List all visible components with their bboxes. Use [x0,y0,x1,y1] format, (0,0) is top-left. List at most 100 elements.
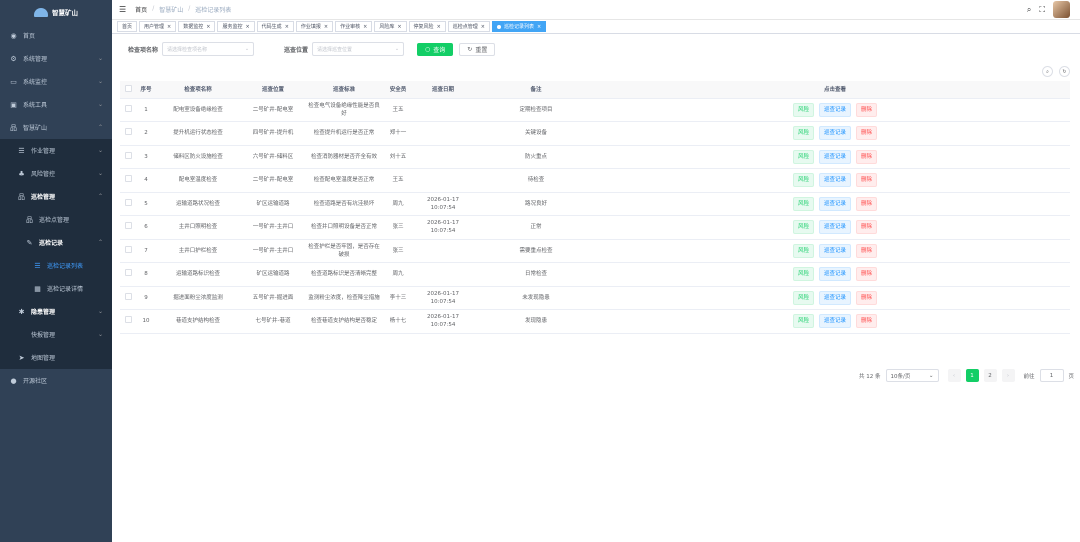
delete-button[interactable]: 删除 [856,243,878,258]
risk-button[interactable]: 风险 [792,149,814,164]
risk-button[interactable]: 风险 [792,173,814,188]
tag-risk-lib[interactable]: 风险库 × [374,21,407,32]
avatar[interactable] [1053,1,1070,18]
row-checkbox[interactable] [124,175,132,183]
record-button[interactable]: 巡查记录 [818,220,851,235]
sidebar-item-monitor[interactable]: ▭ 系统监控 ⌄ [0,70,112,93]
page-button[interactable]: 1 [965,369,979,382]
refresh-icon[interactable]: ↻ [1059,66,1070,77]
close-icon[interactable]: × [206,24,210,30]
list-icon: ☰ [18,146,25,155]
tag-work-review[interactable]: 作业审核 × [335,21,373,32]
delete-button[interactable]: 删除 [856,196,878,211]
sidebar-item-work[interactable]: ☰ 作业管理 ⌄ [0,139,112,162]
reset-button[interactable]: ↻ 重置 [459,42,496,56]
breadcrumb-item[interactable]: 智慧矿山 [159,5,183,14]
close-icon[interactable]: × [245,24,249,30]
risk-button[interactable]: 风险 [792,267,814,282]
sidebar-item-record-detail[interactable]: ▦ 巡检记录详情 [0,277,112,300]
delete-button[interactable]: 删除 [856,126,878,141]
tag-home[interactable]: 首页 [117,21,138,32]
row-checkbox[interactable] [124,151,132,159]
row-checkbox[interactable] [124,316,132,324]
delete-button[interactable]: 删除 [856,314,878,329]
close-icon[interactable]: × [481,24,485,30]
row-checkbox[interactable] [124,292,132,300]
risk-button[interactable]: 风险 [792,314,814,329]
delete-button[interactable]: 删除 [856,173,878,188]
tag-users[interactable]: 用户管理 × [139,21,177,32]
delete-button[interactable]: 删除 [856,102,878,117]
sidebar-item-risk[interactable]: ♣ 风险管控 ⌄ [0,162,112,185]
location-select[interactable]: 请选择巡查位置 ⌄ [312,42,405,56]
sidebar-item-inspection[interactable]: 品 巡检管理 ⌃ [0,185,112,208]
tag-data-monitor[interactable]: 数据监控 × [178,21,216,32]
sidebar-item-community[interactable]: ● 开源社区 [0,369,112,392]
tag-record-list[interactable]: 巡检记录列表 × [491,21,547,32]
navbar-right: ⌕ ⛶ [1027,1,1070,18]
close-icon[interactable]: × [363,24,367,30]
record-button[interactable]: 巡查记录 [818,314,851,329]
risk-button[interactable]: 风险 [792,243,814,258]
row-checkbox[interactable] [124,222,132,230]
close-icon[interactable]: × [437,24,441,30]
tag-inspection-points[interactable]: 巡检点管理 × [447,21,490,32]
record-button[interactable]: 巡查记录 [818,102,851,117]
risk-button[interactable]: 风险 [792,196,814,211]
sidebar-item-map[interactable]: ➤ 地图管理 [0,346,112,369]
record-button[interactable]: 巡查记录 [818,290,851,305]
risk-button[interactable]: 风险 [792,126,814,141]
delete-button[interactable]: 删除 [856,290,878,305]
row-checkbox[interactable] [124,128,132,136]
query-button[interactable]: ○ 查询 [417,42,454,56]
risk-button[interactable]: 风险 [792,290,814,305]
sidebar-item-home[interactable]: ◉ 首页 [0,24,112,47]
select-all-checkbox[interactable] [124,84,132,92]
tag-codegen[interactable]: 代码生成 × [256,21,294,32]
cell-standard: 监测粉尘浓度，检查降尘措施 [306,286,382,310]
record-button[interactable]: 巡查记录 [818,149,851,164]
close-icon[interactable]: × [324,24,328,30]
risk-button[interactable]: 风险 [792,220,814,235]
sidebar-item-inspection-points[interactable]: 品 巡检点管理 [0,208,112,231]
toggle-search-icon[interactable]: ⌕ [1042,66,1053,77]
delete-button[interactable]: 删除 [856,267,878,282]
row-checkbox[interactable] [124,198,132,206]
tag-work-report[interactable]: 作业填报 × [295,21,334,32]
tag-service-monitor[interactable]: 服务监控 × [217,21,255,32]
close-icon[interactable]: × [537,24,541,30]
record-button[interactable]: 巡查记录 [818,243,851,258]
sidebar-item-record-list[interactable]: ☰ 巡检记录列表 [0,254,112,277]
record-button[interactable]: 巡查记录 [818,126,851,141]
record-button[interactable]: 巡查记录 [818,173,851,188]
prev-page-button[interactable]: ‹ [947,369,961,382]
fullscreen-icon[interactable]: ⛶ [1039,5,1045,15]
sidebar-item-inspection-records[interactable]: ✎ 巡检记录 ⌃ [0,231,112,254]
close-icon[interactable]: × [285,24,289,30]
record-button[interactable]: 巡查记录 [818,267,851,282]
risk-button[interactable]: 风险 [792,102,814,117]
delete-button[interactable]: 删除 [856,220,878,235]
goto-input[interactable]: 1 [1039,369,1064,382]
hamburger-icon[interactable]: ☰ [119,5,126,14]
check-item-select[interactable]: 请选择检查项名称 ⌄ [162,42,255,56]
search-icon[interactable]: ⌕ [1027,5,1031,15]
row-checkbox[interactable] [124,104,132,112]
close-icon[interactable]: × [397,24,401,30]
record-button[interactable]: 巡查记录 [818,196,851,211]
table-row: 3 储料区防火设施检查 六号矿井-储料区 检查消防器材是否齐全有效 刘十五 防火重点 风险巡… [120,145,1070,169]
next-page-button[interactable]: › [1001,369,1015,382]
page-button[interactable]: 2 [983,369,997,382]
delete-button[interactable]: 删除 [856,149,878,164]
row-checkbox[interactable] [124,269,132,277]
sidebar-item-tools[interactable]: ▣ 系统工具 ⌄ [0,93,112,116]
sidebar-item-hazard[interactable]: ✱ 隐患管理 ⌄ [0,300,112,323]
tag-resume-risk[interactable]: 停复风险 × [408,21,446,32]
sidebar-item-smart-mine[interactable]: 品 智慧矿山 ⌃ [0,116,112,139]
breadcrumb-item[interactable]: 首页 [135,5,147,14]
sidebar-item-bulletin[interactable]: 快报管理 ⌄ [0,323,112,346]
row-checkbox[interactable] [124,245,132,253]
sidebar-item-system[interactable]: ⚙ 系统管理 ⌄ [0,47,112,70]
close-icon[interactable]: × [167,24,171,30]
page-size-select[interactable]: 10条/页 ⌄ [885,369,939,382]
